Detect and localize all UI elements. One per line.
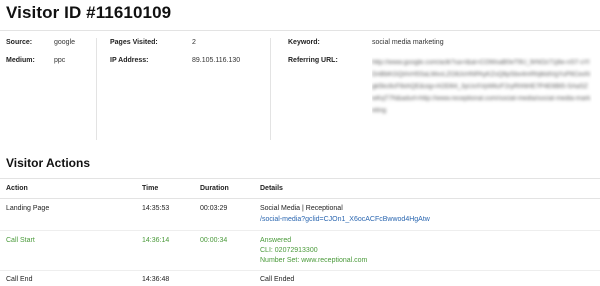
actions-table-header: Action Time Duration Details — [0, 178, 600, 199]
visitor-actions-heading: Visitor Actions — [6, 156, 91, 170]
ip-address-label: IP Address: — [110, 57, 149, 64]
action-cell: Call End — [6, 276, 33, 283]
source-value: google — [54, 39, 76, 46]
column-header-duration: Duration — [200, 185, 229, 192]
info-divider — [270, 38, 271, 140]
pages-visited-value: 2 — [192, 39, 196, 46]
duration-cell: 00:00:34 — [200, 237, 228, 244]
time-cell: 14:36:48 — [142, 276, 170, 283]
medium-value: ppc — [54, 57, 66, 64]
keyword-label: Keyword: — [288, 39, 320, 46]
details-cell: Number Set: www.receptional.com — [260, 257, 368, 264]
page-title: Visitor ID #11610109 — [6, 3, 172, 22]
column-header-action: Action — [6, 185, 28, 192]
landing-page-link[interactable]: /social-media?gclid=CJOn1_X6ocACFcBwwod4… — [260, 214, 430, 225]
column-header-time: Time — [142, 185, 159, 192]
time-cell: 14:36:14 — [142, 237, 170, 244]
info-divider — [96, 38, 97, 140]
duration-cell: 00:03:29 — [200, 205, 228, 212]
time-cell: 14:35:53 — [142, 205, 170, 212]
table-row: Call End 14:36:48 Call Ended — [0, 270, 600, 286]
medium-label: Medium: — [6, 57, 35, 64]
source-label: Source: — [6, 39, 33, 46]
column-header-details: Details — [260, 185, 283, 192]
table-row: Landing Page 14:35:53 00:03:29 Social Me… — [0, 198, 600, 231]
referring-url-label: Referring URL: — [288, 57, 338, 64]
details-cell: Call Ended — [260, 276, 295, 283]
table-row: Call Start 14:36:14 00:00:34 Answered CL… — [0, 230, 600, 271]
referring-url-redacted: http://www.google.com/aclk?sa=l&ai=COWxa… — [372, 59, 591, 114]
action-cell: Landing Page — [6, 205, 50, 212]
details-cell: Social Media | Receptional — [260, 205, 343, 212]
action-cell: Call Start — [6, 237, 35, 244]
pages-visited-label: Pages Visited: — [110, 39, 158, 46]
keyword-value: social media marketing — [372, 39, 444, 46]
ip-address-value: 89.105.116.130 — [192, 57, 241, 64]
